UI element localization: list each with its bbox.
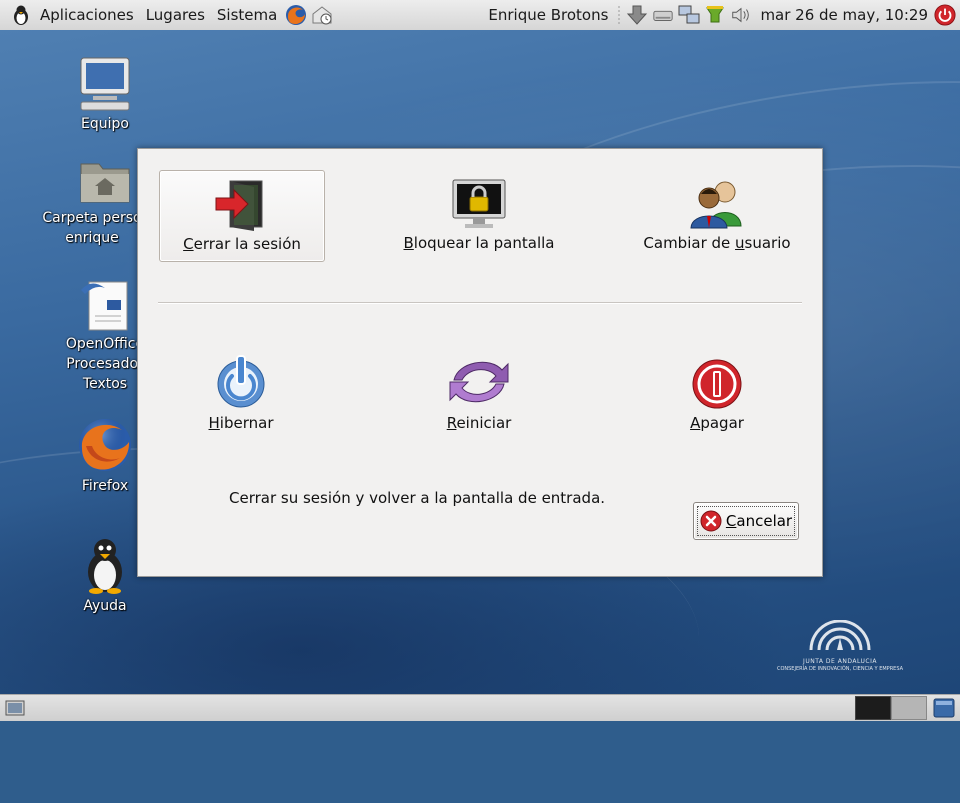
volume-icon[interactable]: [730, 4, 752, 26]
logo-line-2: CONSEJERÍA DE INNOVACIÓN, CIENCIA Y EMPR…: [776, 666, 904, 672]
firefox-icon: [79, 419, 131, 471]
desktop-icon-label: Firefox: [81, 478, 129, 494]
lock-screen-label: Bloquear la pantalla: [403, 234, 555, 252]
computer-icon: [80, 57, 130, 111]
menu-aplicaciones[interactable]: Aplicaciones: [34, 0, 140, 30]
restart-label: Reiniciar: [446, 414, 512, 432]
focus-ring: [697, 506, 795, 536]
hibernate-label: Hibernar: [208, 414, 274, 432]
workspace-2[interactable]: [891, 696, 927, 720]
user-name[interactable]: Enrique Brotons: [482, 0, 614, 30]
switch-user-button[interactable]: Cambiar de usuario: [635, 170, 799, 260]
logo-line-1: JUNTA DE ANDALUCIA: [803, 658, 877, 665]
mail-clock-launcher-icon[interactable]: [311, 4, 333, 26]
network-icon[interactable]: [678, 4, 700, 26]
clock[interactable]: mar 26 de may, 10:29: [754, 6, 932, 24]
shutdown-label: Apagar: [690, 414, 744, 432]
shutdown-panel-icon[interactable]: [934, 4, 956, 26]
logout-label: Cerrar la sesión: [183, 235, 301, 253]
desktop-icon-equipo[interactable]: Equipo: [50, 56, 160, 134]
workspace-1[interactable]: [855, 696, 891, 720]
firefox-launcher-icon[interactable]: [285, 4, 307, 26]
shutdown-icon: [692, 359, 742, 409]
trash-icon[interactable]: [932, 697, 956, 719]
logout-button[interactable]: Cerrar la sesión: [159, 170, 325, 262]
cancel-button[interactable]: Cancelar: [693, 502, 799, 540]
junta-andalucia-logo: JUNTA DE ANDALUCIA CONSEJERÍA DE INNOVAC…: [760, 619, 920, 672]
lock-screen-icon: [452, 179, 506, 228]
drive-icon[interactable]: [652, 4, 674, 26]
action-description: Cerrar su sesión y volver a la pantalla …: [229, 489, 606, 507]
dialog-separator: [158, 302, 802, 304]
desktop-icon-label: Ayuda: [83, 598, 127, 614]
lock-screen-button[interactable]: Bloquear la pantalla: [397, 170, 561, 260]
panel-separator-icon: [616, 4, 622, 26]
download-arrow-icon[interactable]: [626, 4, 648, 26]
restart-button[interactable]: Reiniciar: [397, 350, 561, 440]
hibernate-icon: [217, 355, 265, 408]
help-penguin-icon: [88, 539, 122, 594]
desktop-icon-label: Equipo: [81, 116, 129, 132]
workspace-switcher[interactable]: [855, 696, 927, 720]
logout-door-icon: [215, 180, 263, 231]
openoffice-writer-icon: [81, 281, 128, 331]
hibernate-button[interactable]: Hibernar: [159, 350, 323, 440]
top-panel: Aplicaciones Lugares Sistema Enrique Bro…: [0, 0, 960, 31]
shutdown-button[interactable]: Apagar: [635, 350, 799, 440]
restart-icon: [449, 361, 509, 403]
update-notifier-icon[interactable]: [704, 4, 726, 26]
logout-dialog: Cerrar la sesión Bloquear la pantalla Ca…: [137, 148, 823, 577]
bottom-panel: [0, 694, 960, 721]
show-desktop-icon[interactable]: [4, 698, 26, 718]
penguin-menu-icon[interactable]: [10, 4, 32, 26]
switch-user-label: Cambiar de usuario: [643, 234, 791, 252]
menu-sistema[interactable]: Sistema: [211, 0, 283, 30]
menu-lugares[interactable]: Lugares: [140, 0, 211, 30]
switch-user-icon: [690, 181, 742, 229]
home-folder-icon: [80, 163, 130, 203]
